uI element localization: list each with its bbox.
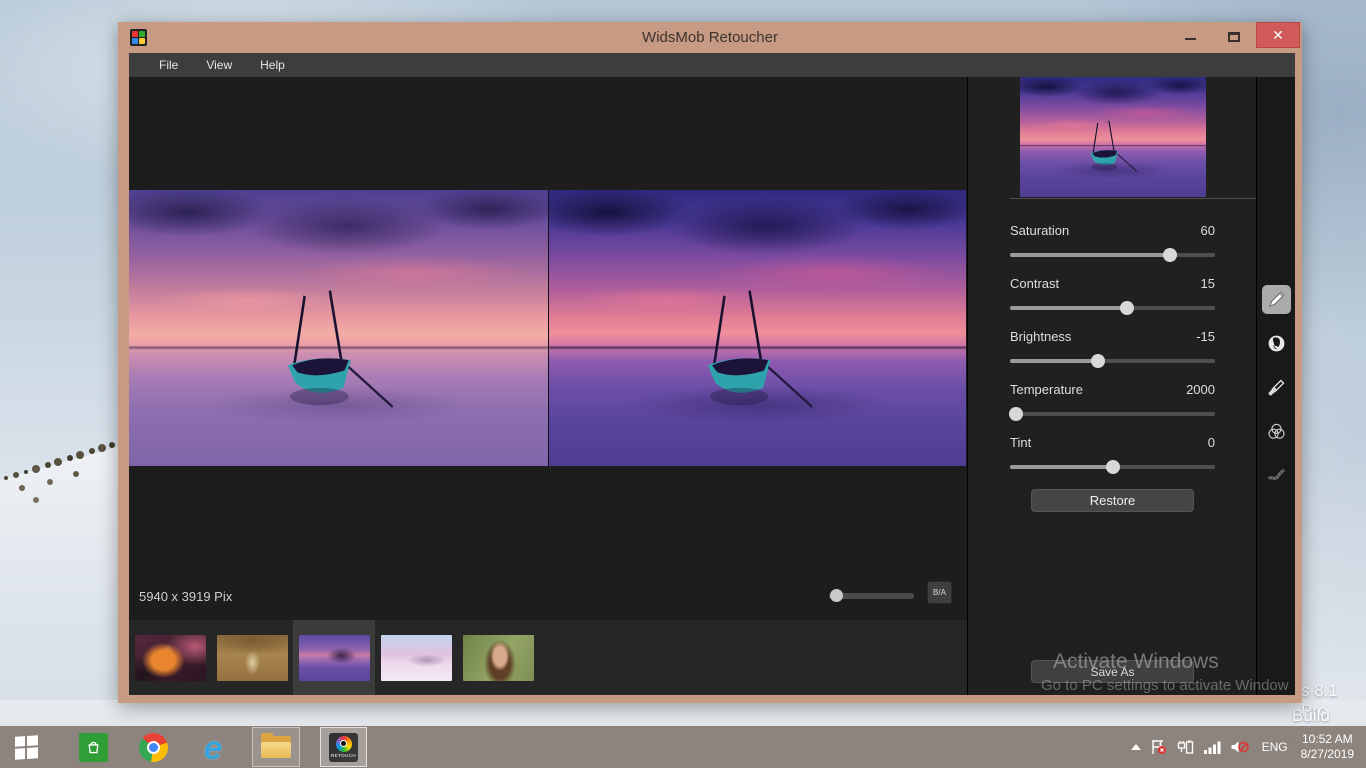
save-as-button[interactable]: Save As (1031, 660, 1194, 683)
window-title: WidsMob Retoucher (118, 29, 1302, 46)
start-button[interactable] (0, 726, 52, 768)
folder-icon (261, 736, 291, 758)
brightness-slider-thumb[interactable] (1091, 354, 1105, 368)
internet-explorer-taskbar-button[interactable]: e (194, 726, 232, 768)
portrait-face-icon (1266, 333, 1287, 354)
before-after-toggle-button[interactable]: B/A (927, 581, 952, 604)
brightness-slider-group: Brightness -15 (1010, 327, 1215, 377)
tint-slider-thumb[interactable] (1106, 460, 1120, 474)
filmstrip (129, 620, 967, 695)
boat-silhouette (687, 289, 812, 410)
contrast-value: 15 (1201, 276, 1215, 291)
brightness-value: -15 (1196, 329, 1215, 344)
show-hidden-icons-button[interactable] (1131, 744, 1141, 750)
saturation-label: Saturation (1010, 223, 1069, 238)
chrome-taskbar-button[interactable] (134, 726, 172, 768)
action-center-flag-icon[interactable] (1150, 739, 1167, 755)
contrast-slider[interactable] (1010, 306, 1215, 310)
thumbnail-image (463, 635, 534, 681)
temperature-value: 2000 (1186, 382, 1215, 397)
boat-silhouette (1081, 120, 1137, 173)
thumbnail-image (299, 635, 370, 681)
tint-slider[interactable] (1010, 465, 1215, 469)
saturation-slider-group: Saturation 60 (1010, 221, 1215, 271)
adjustment-panel: Saturation 60 Contrast 15 (967, 77, 1256, 695)
zoom-slider-thumb[interactable] (830, 589, 843, 602)
saturation-slider[interactable] (1010, 253, 1215, 257)
restore-button[interactable]: Restore (1031, 489, 1194, 512)
chrome-icon (139, 733, 168, 762)
image-canvas: 5940 x 3919 Pix B/A (129, 77, 967, 695)
edit-pencil-tool-button[interactable] (1262, 285, 1291, 314)
internet-explorer-icon: e (204, 733, 222, 762)
clock-time: 10:52 AM (1302, 732, 1353, 746)
panel-divider (1010, 198, 1256, 199)
maximize-button[interactable] (1212, 22, 1256, 48)
close-button[interactable]: ✕ (1256, 22, 1300, 48)
color-filter-tool-button[interactable] (1262, 417, 1291, 446)
tint-value: 0 (1208, 435, 1215, 450)
power-battery-icon[interactable] (1176, 739, 1194, 755)
thumbnail-clownfish[interactable] (129, 620, 211, 695)
zoom-slider[interactable] (829, 593, 914, 599)
taskbar-clock[interactable]: 10:52 AM 8/27/2019 (1301, 732, 1354, 762)
menu-view[interactable]: View (192, 54, 246, 76)
clock-date: 8/27/2019 (1301, 747, 1354, 761)
navigator-preview (1020, 77, 1206, 197)
taskbar: e RETOUCH (0, 726, 1366, 768)
file-explorer-taskbar-button[interactable] (252, 727, 300, 767)
effect-brush-tool-button[interactable] (1262, 373, 1291, 402)
app-icon[interactable] (130, 29, 147, 46)
menu-file[interactable]: File (145, 54, 192, 76)
temperature-slider[interactable] (1010, 412, 1215, 416)
paint-brush-icon (1266, 377, 1287, 398)
menu-bar: File View Help (129, 53, 1295, 77)
film-strip-icon (1266, 464, 1287, 485)
film-pack-tool-button[interactable] (1262, 460, 1291, 489)
retoucher-taskbar-button[interactable]: RETOUCH (320, 727, 367, 767)
saturation-value: 60 (1201, 223, 1215, 238)
brightness-slider[interactable] (1010, 359, 1215, 363)
thumbnail-cat-in-grass[interactable] (211, 620, 293, 695)
desktop: s 8.1 Pro Build 9600 WidsMob Retoucher ✕… (0, 0, 1366, 768)
store-icon (79, 733, 108, 762)
thumbnail-sunset-boat-selected[interactable] (293, 620, 375, 695)
tint-slider-group: Tint 0 (1010, 433, 1215, 483)
app-window: WidsMob Retoucher ✕ File View Help (118, 22, 1302, 703)
menu-help[interactable]: Help (246, 54, 299, 76)
thumbnail-woman-portrait[interactable] (457, 620, 539, 695)
image-resolution-label: 5940 x 3919 Pix (139, 589, 232, 604)
windows-logo-icon (15, 735, 38, 760)
thumbnail-image (217, 635, 288, 681)
temperature-slider-group: Temperature 2000 (1010, 380, 1215, 430)
boat-silhouette (267, 289, 393, 410)
temperature-label: Temperature (1010, 382, 1083, 397)
thumbnail-image (135, 635, 206, 681)
after-image (548, 190, 966, 466)
tool-strip (1256, 77, 1295, 695)
contrast-slider-group: Contrast 15 (1010, 274, 1215, 324)
thumbnail-snow-landscape[interactable] (375, 620, 457, 695)
tint-label: Tint (1010, 435, 1031, 450)
saturation-slider-thumb[interactable] (1163, 248, 1177, 262)
pencil-icon (1266, 289, 1287, 310)
title-bar[interactable]: WidsMob Retoucher ✕ (118, 22, 1302, 53)
minimize-button[interactable] (1168, 22, 1212, 48)
portrait-retouch-tool-button[interactable] (1262, 329, 1291, 358)
retoucher-icon: RETOUCH (329, 733, 358, 762)
temperature-slider-thumb[interactable] (1009, 407, 1023, 421)
volume-muted-icon[interactable] (1230, 739, 1249, 755)
color-circles-icon (1266, 421, 1287, 442)
windows-store-taskbar-button[interactable] (74, 726, 112, 768)
desktop-wallpaper-trees (4, 476, 8, 480)
contrast-label: Contrast (1010, 276, 1059, 291)
contrast-slider-thumb[interactable] (1120, 301, 1134, 315)
network-signal-icon[interactable] (1203, 740, 1221, 755)
before-image (129, 190, 548, 466)
brightness-label: Brightness (1010, 329, 1071, 344)
language-indicator[interactable]: ENG (1262, 740, 1288, 754)
thumbnail-image (381, 635, 452, 681)
